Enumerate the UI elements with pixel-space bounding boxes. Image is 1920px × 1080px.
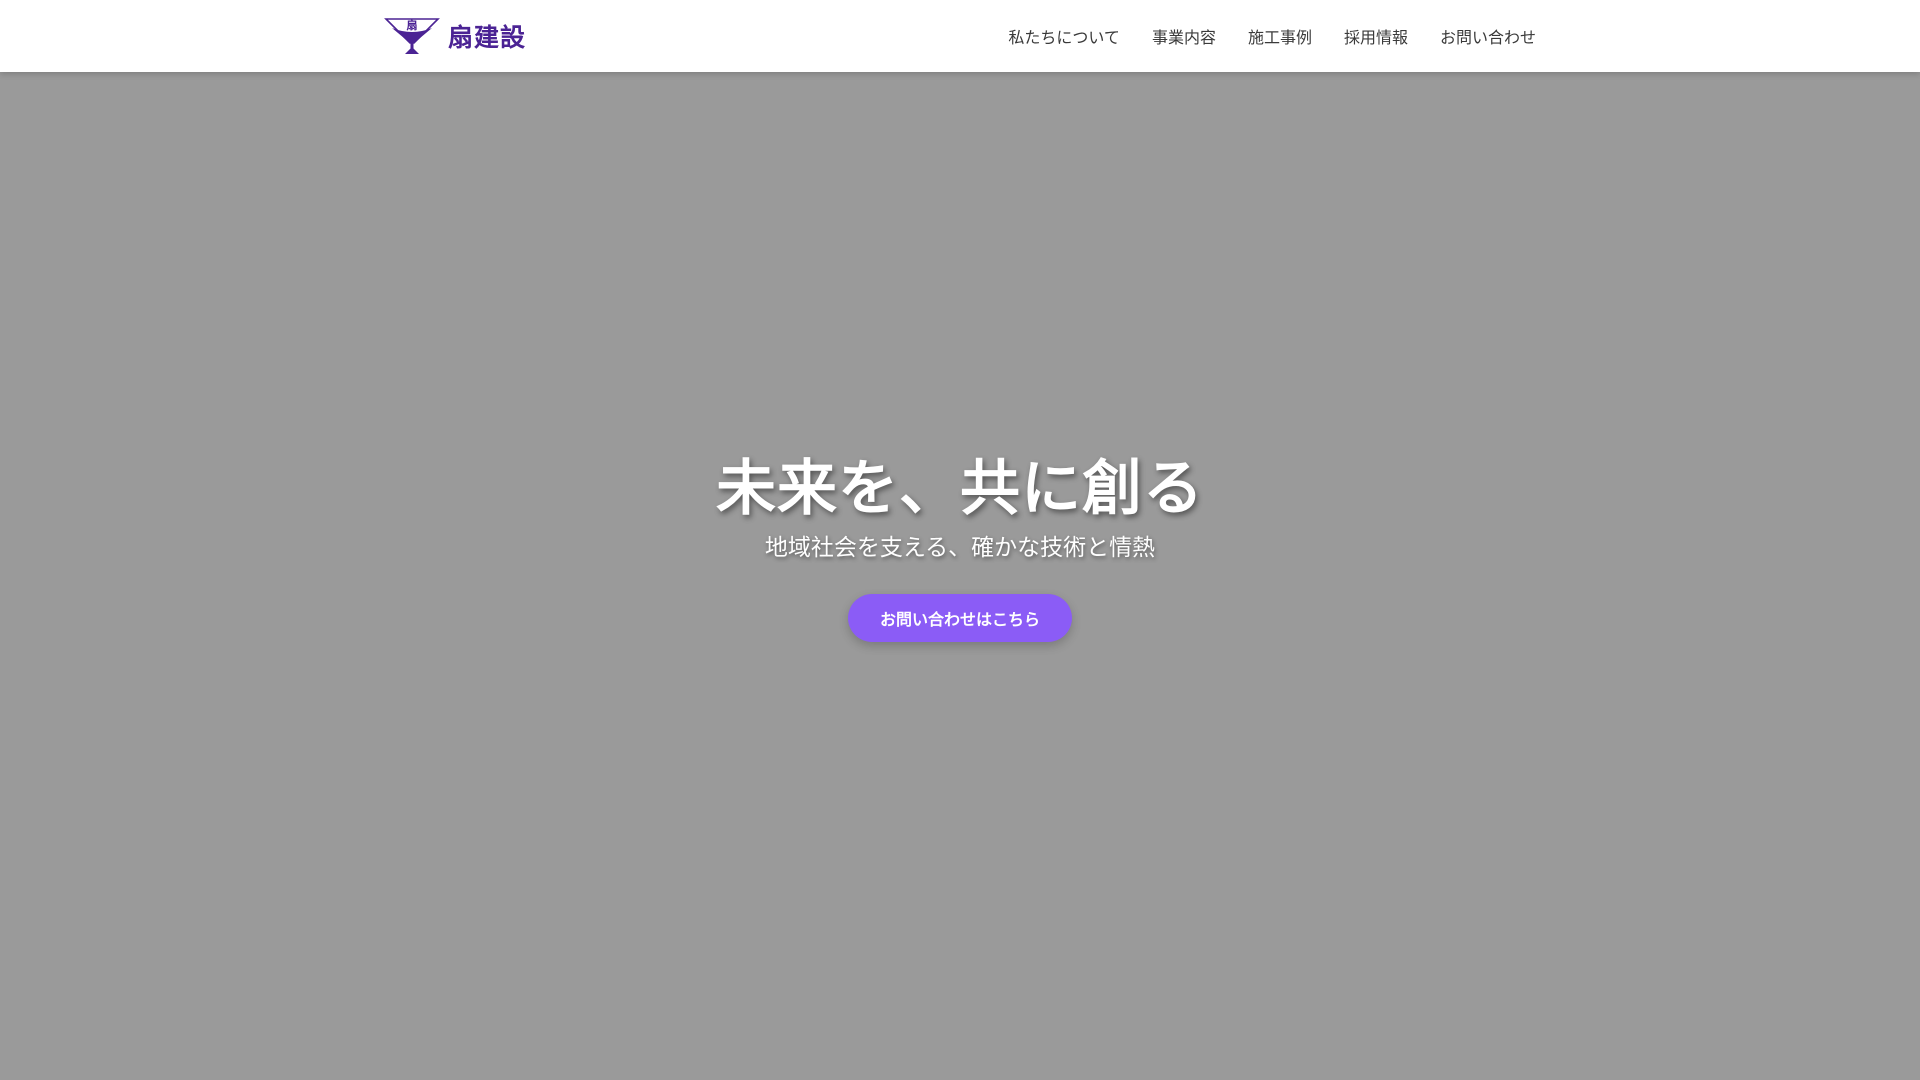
- contact-cta-button[interactable]: お問い合わせはこちら: [848, 594, 1072, 642]
- site-logo[interactable]: 扇 扇建設: [384, 14, 526, 58]
- logo-mark-text: 扇: [407, 18, 418, 32]
- site-header: 扇 扇建設 私たちについて 事業内容 施工事例 採用情報 お問い合わせ: [0, 0, 1920, 72]
- nav-item-contact[interactable]: お問い合わせ: [1440, 24, 1536, 48]
- hero-title: 未来を、共に創る: [716, 454, 1204, 524]
- hero-subtitle: 地域社会を支える、確かな技術と情熱: [764, 535, 1156, 561]
- main-nav: 私たちについて 事業内容 施工事例 採用情報 お問い合わせ: [1008, 0, 1536, 72]
- logo-name: 扇建設: [448, 23, 527, 52]
- hero-section: 未来を、共に創る 地域社会を支える、確かな技術と情熱 お問い合わせはこちら: [0, 72, 1920, 1080]
- nav-item-recruit[interactable]: 採用情報: [1344, 24, 1408, 48]
- nav-item-works[interactable]: 施工事例: [1248, 24, 1312, 48]
- nav-item-about[interactable]: 私たちについて: [1008, 24, 1120, 48]
- nav-item-services[interactable]: 事業内容: [1152, 24, 1216, 48]
- folding-fan-logo-icon: 扇: [384, 18, 440, 54]
